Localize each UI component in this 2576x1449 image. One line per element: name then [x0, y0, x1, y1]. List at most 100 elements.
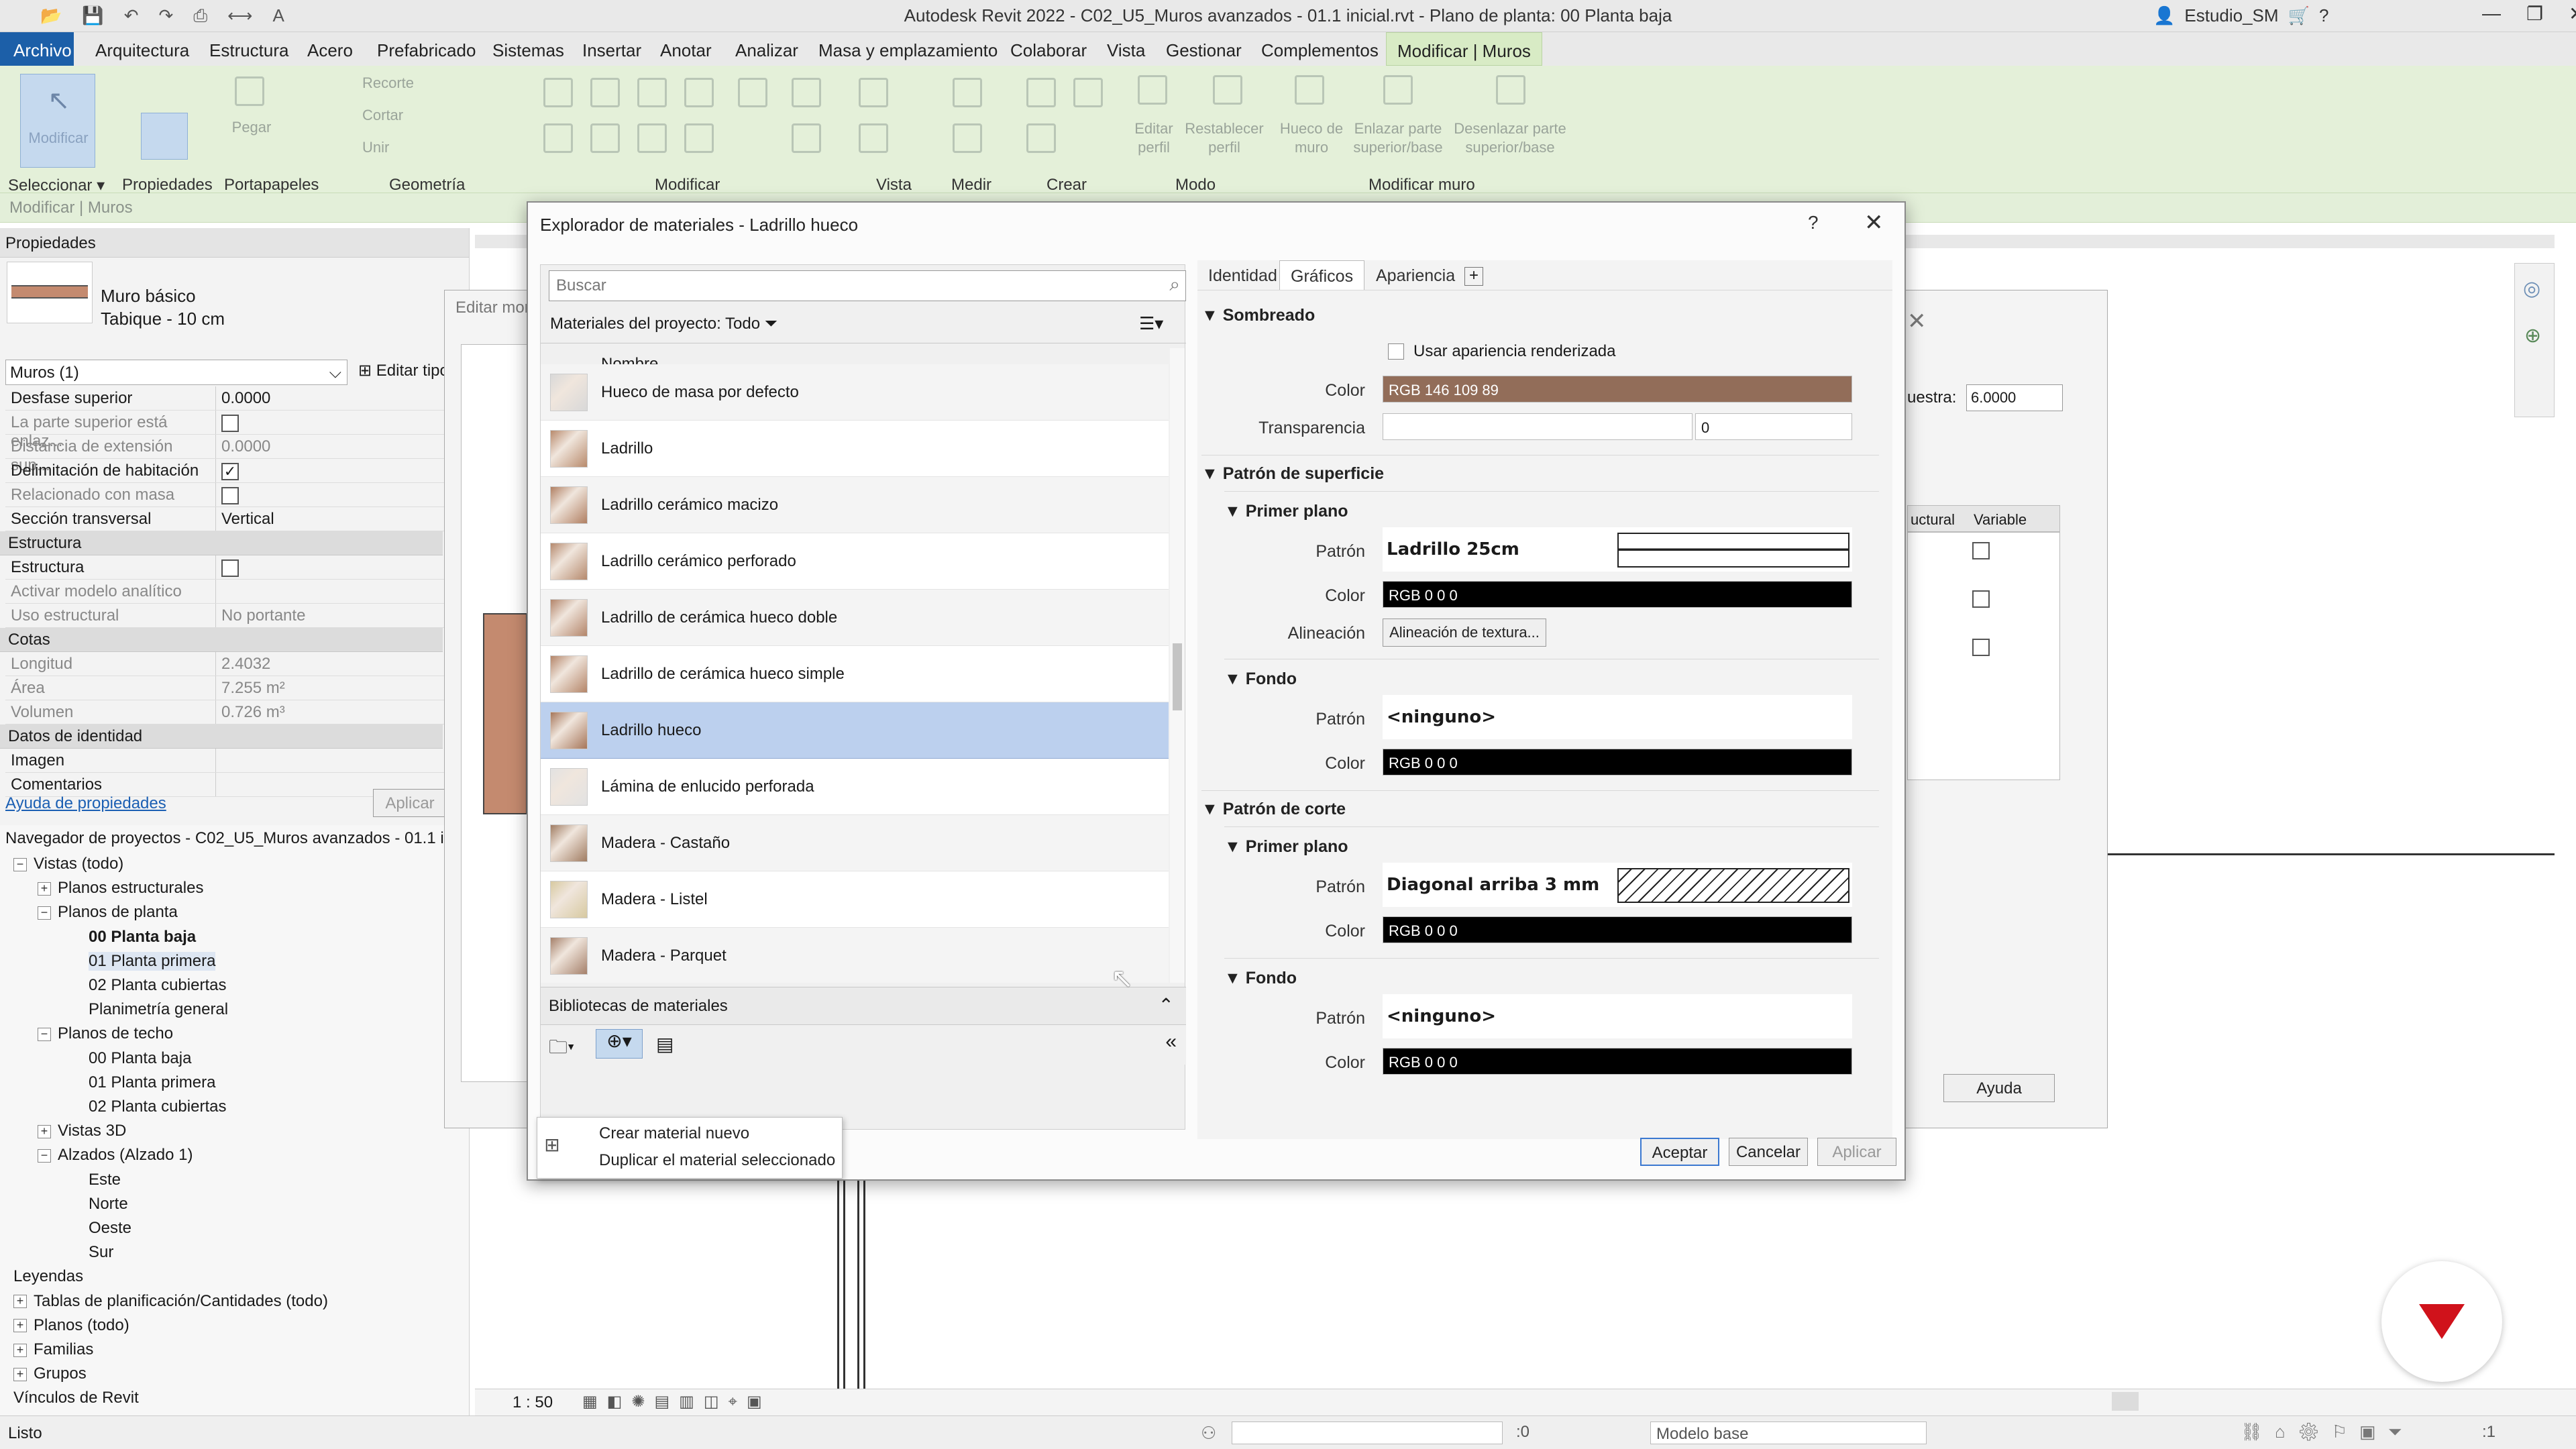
- use-render-appearance-checkbox[interactable]: [1388, 343, 1404, 360]
- wall-opening-icon[interactable]: [1295, 75, 1324, 105]
- bg-close-icon[interactable]: ✕: [1907, 308, 1927, 335]
- property-row[interactable]: Sección transversal Vertical: [5, 507, 448, 531]
- reset-profile-icon[interactable]: [1213, 75, 1242, 105]
- join-button[interactable]: Unir: [362, 138, 389, 157]
- property-value[interactable]: Vertical: [216, 507, 280, 531]
- menu-modificar-muros[interactable]: Modificar | Muros: [1386, 32, 1542, 66]
- property-row[interactable]: Estructura: [5, 555, 448, 580]
- maximize-button[interactable]: ❐: [2526, 3, 2543, 25]
- browser-node[interactable]: − Planos de planta: [38, 903, 178, 922]
- list-view-options-icon[interactable]: ☰▾: [1139, 313, 1163, 334]
- menu-gestionar[interactable]: Gestionar: [1166, 40, 1242, 61]
- browser-node[interactable]: Sur: [89, 1243, 113, 1262]
- property-value[interactable]: [216, 580, 227, 603]
- tab-graficos[interactable]: Gráficos: [1279, 260, 1365, 290]
- cut-bg-color-swatch[interactable]: RGB 0 0 0: [1383, 1048, 1852, 1075]
- select-label[interactable]: Seleccionar: [8, 176, 92, 195]
- attach-icon[interactable]: [1383, 75, 1413, 105]
- browser-node[interactable]: + Planos estructurales: [38, 879, 203, 898]
- library-icon[interactable]: 🗀▾: [549, 1033, 574, 1065]
- browser-node[interactable]: − Planos de techo: [38, 1024, 173, 1043]
- worksets-icon[interactable]: ⚇: [1201, 1423, 1216, 1444]
- minimize-button[interactable]: —: [2482, 3, 2501, 25]
- browser-node[interactable]: 02 Planta cubiertas: [89, 976, 226, 995]
- property-value[interactable]: [216, 483, 244, 506]
- section-cotas[interactable]: Cotas: [0, 628, 443, 652]
- collapse-icon[interactable]: −: [38, 1028, 51, 1042]
- cart-icon[interactable]: 🛒: [2288, 5, 2310, 26]
- expand-libraries-icon[interactable]: ⌃: [1159, 994, 1174, 1016]
- similar-icon[interactable]: [1026, 123, 1056, 153]
- properties-help-link[interactable]: Ayuda de propiedades: [5, 794, 166, 813]
- edit-type-button[interactable]: ⊞ Editar tipo: [358, 361, 449, 380]
- browser-node[interactable]: + Grupos: [13, 1364, 87, 1383]
- cut-pattern-header[interactable]: ▼ Patrón de corte: [1201, 800, 1346, 819]
- pin-icon[interactable]: [792, 78, 821, 107]
- select-group[interactable]: Seleccionar ▾: [8, 176, 105, 195]
- property-row[interactable]: Relacionado con masa: [5, 483, 448, 507]
- horizontal-scrollbar-thumb[interactable]: [2112, 1392, 2139, 1411]
- browser-node[interactable]: Leyendas: [13, 1267, 83, 1286]
- property-value[interactable]: 0.0000: [216, 386, 276, 410]
- properties-apply-button[interactable]: Aplicar: [373, 789, 447, 817]
- bg-help-button[interactable]: Ayuda: [1943, 1074, 2055, 1102]
- view-scale[interactable]: 1 : 50: [513, 1393, 553, 1412]
- menu-estructura[interactable]: Estructura: [209, 40, 289, 61]
- menu-archivo[interactable]: Archivo: [0, 32, 74, 66]
- property-row[interactable]: Desfase superior 0.0000: [5, 386, 448, 411]
- collapse-icon[interactable]: −: [38, 1149, 51, 1163]
- view-control-icons[interactable]: ▦◧✺▤▥◫⌖▣: [582, 1392, 771, 1411]
- measure-dimension-icon[interactable]: [953, 78, 982, 107]
- section-datos-identidad[interactable]: Datos de identidad: [0, 724, 443, 749]
- selection-filter-icons[interactable]: ⛓⌂⚙⚐▣⏷: [2241, 1421, 2414, 1443]
- scale-icon[interactable]: [738, 78, 767, 107]
- menu-insertar[interactable]: Insertar: [582, 40, 641, 61]
- browser-node[interactable]: Este: [89, 1171, 121, 1189]
- expand-icon[interactable]: +: [13, 1295, 27, 1309]
- collapse-icon[interactable]: −: [13, 857, 27, 871]
- property-value[interactable]: [216, 411, 244, 434]
- menu-vista[interactable]: Vista: [1107, 40, 1145, 61]
- browser-node[interactable]: Norte: [89, 1195, 128, 1214]
- surface-fg-color-swatch[interactable]: RGB 0 0 0: [1383, 581, 1852, 608]
- help-icon[interactable]: ?: [2319, 5, 2328, 26]
- workset-selector[interactable]: [1232, 1421, 1503, 1444]
- material-list[interactable]: Hueco de masa por defecto Ladrillo Ladrill…: [541, 348, 1169, 983]
- edit-profile-label[interactable]: Editar perfil: [1120, 119, 1187, 157]
- cut-bg-header[interactable]: ▼ Fondo: [1224, 969, 1297, 988]
- browser-node[interactable]: + Tablas de planificación/Cantidades (tod…: [13, 1292, 328, 1311]
- browser-node[interactable]: + Vistas 3D: [38, 1122, 126, 1140]
- material-row[interactable]: Madera - Listel: [541, 871, 1169, 928]
- menu-anotar[interactable]: Anotar: [660, 40, 712, 61]
- offset-icon[interactable]: [590, 78, 620, 107]
- browser-node[interactable]: − Vistas (todo): [13, 855, 123, 873]
- property-checkbox[interactable]: [221, 414, 239, 432]
- surface-bg-color-swatch[interactable]: RGB 0 0 0: [1383, 749, 1852, 775]
- accept-button[interactable]: Aceptar: [1640, 1138, 1719, 1166]
- user-area[interactable]: 👤 Estudio_SM 🛒 ?: [2153, 5, 2328, 26]
- property-value[interactable]: No portante: [216, 604, 311, 627]
- property-value[interactable]: 0.0000: [216, 435, 276, 458]
- sample-height-input[interactable]: 6.0000: [1966, 384, 2063, 411]
- property-row[interactable]: Longitud 2.4032: [5, 652, 448, 676]
- texture-alignment-button[interactable]: Alineación de textura...: [1383, 619, 1546, 647]
- material-row[interactable]: Lámina de enlucido perforada: [541, 759, 1169, 815]
- mirror-icon[interactable]: [637, 78, 667, 107]
- modify-button[interactable]: ↖ Modificar: [20, 74, 95, 168]
- menu-complementos[interactable]: Complementos: [1261, 40, 1379, 61]
- libraries-bar[interactable]: Bibliotecas de materiales ⌃: [541, 987, 1186, 1024]
- search-input[interactable]: Buscar ⌕: [549, 270, 1186, 301]
- cut-fg-color-swatch[interactable]: RGB 0 0 0: [1383, 916, 1852, 943]
- menu-masa[interactable]: Masa y emplazamiento: [818, 40, 998, 61]
- surface-fg-header[interactable]: ▼ Primer plano: [1224, 502, 1348, 521]
- browser-node[interactable]: 01 Planta primera: [89, 1073, 215, 1092]
- menu-acero[interactable]: Acero: [307, 40, 353, 61]
- delete-icon[interactable]: [792, 123, 821, 153]
- menu-colaborar[interactable]: Colaborar: [1010, 40, 1087, 61]
- material-row[interactable]: Ladrillo: [541, 421, 1169, 477]
- align-icon[interactable]: [543, 78, 573, 107]
- steering-wheel-icon[interactable]: ◎: [2523, 277, 2540, 301]
- dialog-help-button[interactable]: ?: [1808, 212, 1819, 233]
- property-checkbox[interactable]: ✓: [221, 462, 239, 480]
- attach-label[interactable]: Enlazar parte superior/base: [1346, 119, 1450, 157]
